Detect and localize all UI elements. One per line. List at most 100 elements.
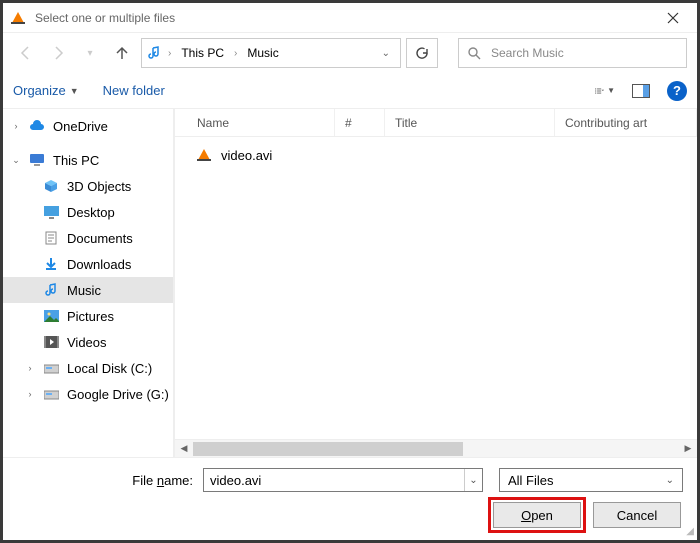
- music-icon: [43, 282, 59, 298]
- main-area: › OneDrive ⌄ This PC 3D Objects: [3, 109, 697, 457]
- column-contributing[interactable]: Contributing art: [555, 109, 697, 136]
- scroll-right-icon[interactable]: ▶: [679, 440, 697, 457]
- filename-input[interactable]: [204, 473, 464, 488]
- sidebar-item-label: Pictures: [67, 309, 114, 324]
- column-number[interactable]: #: [335, 109, 385, 136]
- disk-icon: [43, 360, 59, 376]
- forward-button[interactable]: [45, 40, 71, 66]
- sidebar-item-pictures[interactable]: Pictures: [3, 303, 173, 329]
- close-icon: [667, 12, 679, 24]
- filename-dropdown[interactable]: ⌄: [464, 469, 482, 491]
- arrow-up-icon: [114, 45, 130, 61]
- preview-pane-button[interactable]: [631, 81, 651, 101]
- file-list[interactable]: video.avi: [175, 137, 697, 439]
- file-open-dialog: Select one or multiple files ▾ › This PC…: [0, 0, 700, 543]
- scrollbar-thumb[interactable]: [193, 442, 463, 456]
- sidebar-item-label: Google Drive (G:): [67, 387, 169, 402]
- picture-icon: [43, 308, 59, 324]
- sidebar-list: › OneDrive ⌄ This PC 3D Objects: [3, 109, 173, 457]
- expand-icon[interactable]: ⌄: [11, 155, 21, 166]
- address-bar[interactable]: › This PC › Music ⌄: [141, 38, 401, 68]
- sidebar-item-downloads[interactable]: Downloads: [3, 251, 173, 277]
- horizontal-scrollbar[interactable]: ◀ ▶: [175, 439, 697, 457]
- navigation-pane: › OneDrive ⌄ This PC 3D Objects: [3, 109, 175, 457]
- sidebar-item-label: 3D Objects: [67, 179, 131, 194]
- app-icon: [11, 10, 27, 26]
- sidebar-item-googledrive[interactable]: › Google Drive (G:): [3, 381, 173, 407]
- download-icon: [43, 256, 59, 272]
- organize-menu[interactable]: Organize ▼: [13, 83, 79, 98]
- scroll-down-icon[interactable]: ▼: [174, 441, 175, 457]
- new-folder-button[interactable]: New folder: [103, 83, 165, 98]
- chevron-right-icon: ›: [166, 48, 173, 59]
- desktop-icon: [43, 204, 59, 220]
- sidebar-item-label: OneDrive: [53, 119, 108, 134]
- search-box[interactable]: [458, 38, 687, 68]
- column-name[interactable]: Name: [175, 109, 335, 136]
- refresh-icon: [415, 46, 429, 60]
- column-headers: Name # Title Contributing art: [175, 109, 697, 137]
- nav-row: ▾ › This PC › Music ⌄: [3, 33, 697, 73]
- search-input[interactable]: [489, 45, 678, 61]
- arrow-left-icon: [17, 44, 35, 62]
- address-dropdown[interactable]: ⌄: [376, 48, 396, 59]
- view-options-button[interactable]: ▼: [595, 81, 615, 101]
- breadcrumb-this-pc[interactable]: This PC: [177, 44, 228, 62]
- sidebar-scrollbar[interactable]: ▲ ▼: [173, 109, 175, 457]
- sidebar-item-desktop[interactable]: Desktop: [3, 199, 173, 225]
- column-title[interactable]: Title: [385, 109, 555, 136]
- help-button[interactable]: ?: [667, 81, 687, 101]
- expand-icon[interactable]: ›: [11, 121, 21, 131]
- filter-label: All Files: [508, 473, 554, 488]
- cube-icon: [43, 178, 59, 194]
- expand-icon[interactable]: ›: [25, 389, 35, 399]
- sidebar-item-label: Music: [67, 283, 101, 298]
- sidebar-item-3dobjects[interactable]: 3D Objects: [3, 173, 173, 199]
- sidebar-item-label: This PC: [53, 153, 99, 168]
- sidebar-item-onedrive[interactable]: › OneDrive: [3, 113, 173, 139]
- toolbar: Organize ▼ New folder ▼ ?: [3, 73, 697, 109]
- open-button[interactable]: Open: [493, 502, 581, 528]
- sidebar-item-label: Videos: [67, 335, 107, 350]
- scroll-left-icon[interactable]: ◀: [175, 440, 193, 457]
- music-icon: [146, 45, 162, 61]
- chevron-down-icon: ▼: [70, 86, 79, 96]
- file-pane: Name # Title Contributing art video.avi …: [175, 109, 697, 457]
- back-button[interactable]: [13, 40, 39, 66]
- sidebar-item-localdisk[interactable]: › Local Disk (C:): [3, 355, 173, 381]
- sidebar-item-label: Desktop: [67, 205, 115, 220]
- cloud-icon: [29, 118, 45, 134]
- sidebar-item-label: Documents: [67, 231, 133, 246]
- file-name: video.avi: [221, 148, 272, 163]
- recent-locations-button[interactable]: ▾: [77, 40, 103, 66]
- filename-combo[interactable]: ⌄: [203, 468, 483, 492]
- close-button[interactable]: [653, 4, 693, 32]
- file-type-filter[interactable]: All Files ⌄: [499, 468, 683, 492]
- video-icon: [43, 334, 59, 350]
- preview-pane-icon: [632, 84, 650, 98]
- search-icon: [467, 46, 481, 60]
- document-icon: [43, 230, 59, 246]
- up-button[interactable]: [109, 40, 135, 66]
- filename-label: File name:: [17, 473, 197, 488]
- chevron-down-icon: ⌄: [666, 475, 674, 486]
- bottom-panel: File name: ⌄ All Files ⌄ Open Cancel ◢: [3, 457, 697, 540]
- drive-icon: [43, 386, 59, 402]
- expand-icon[interactable]: ›: [25, 363, 35, 373]
- vlc-icon: [197, 147, 213, 163]
- cancel-button[interactable]: Cancel: [593, 502, 681, 528]
- breadcrumb-music[interactable]: Music: [243, 44, 282, 62]
- sidebar-item-thispc[interactable]: ⌄ This PC: [3, 147, 173, 173]
- file-row[interactable]: video.avi: [175, 143, 697, 167]
- refresh-button[interactable]: [406, 38, 438, 68]
- scroll-up-icon[interactable]: ▲: [174, 109, 175, 125]
- sidebar-item-documents[interactable]: Documents: [3, 225, 173, 251]
- resize-grip-icon[interactable]: ◢: [686, 526, 694, 537]
- titlebar: Select one or multiple files: [3, 3, 697, 33]
- window-title: Select one or multiple files: [35, 11, 653, 25]
- sidebar-item-music[interactable]: Music: [3, 277, 173, 303]
- sidebar-item-videos[interactable]: Videos: [3, 329, 173, 355]
- list-view-icon: [595, 84, 604, 98]
- chevron-right-icon: ›: [232, 48, 239, 59]
- sidebar-item-label: Local Disk (C:): [67, 361, 152, 376]
